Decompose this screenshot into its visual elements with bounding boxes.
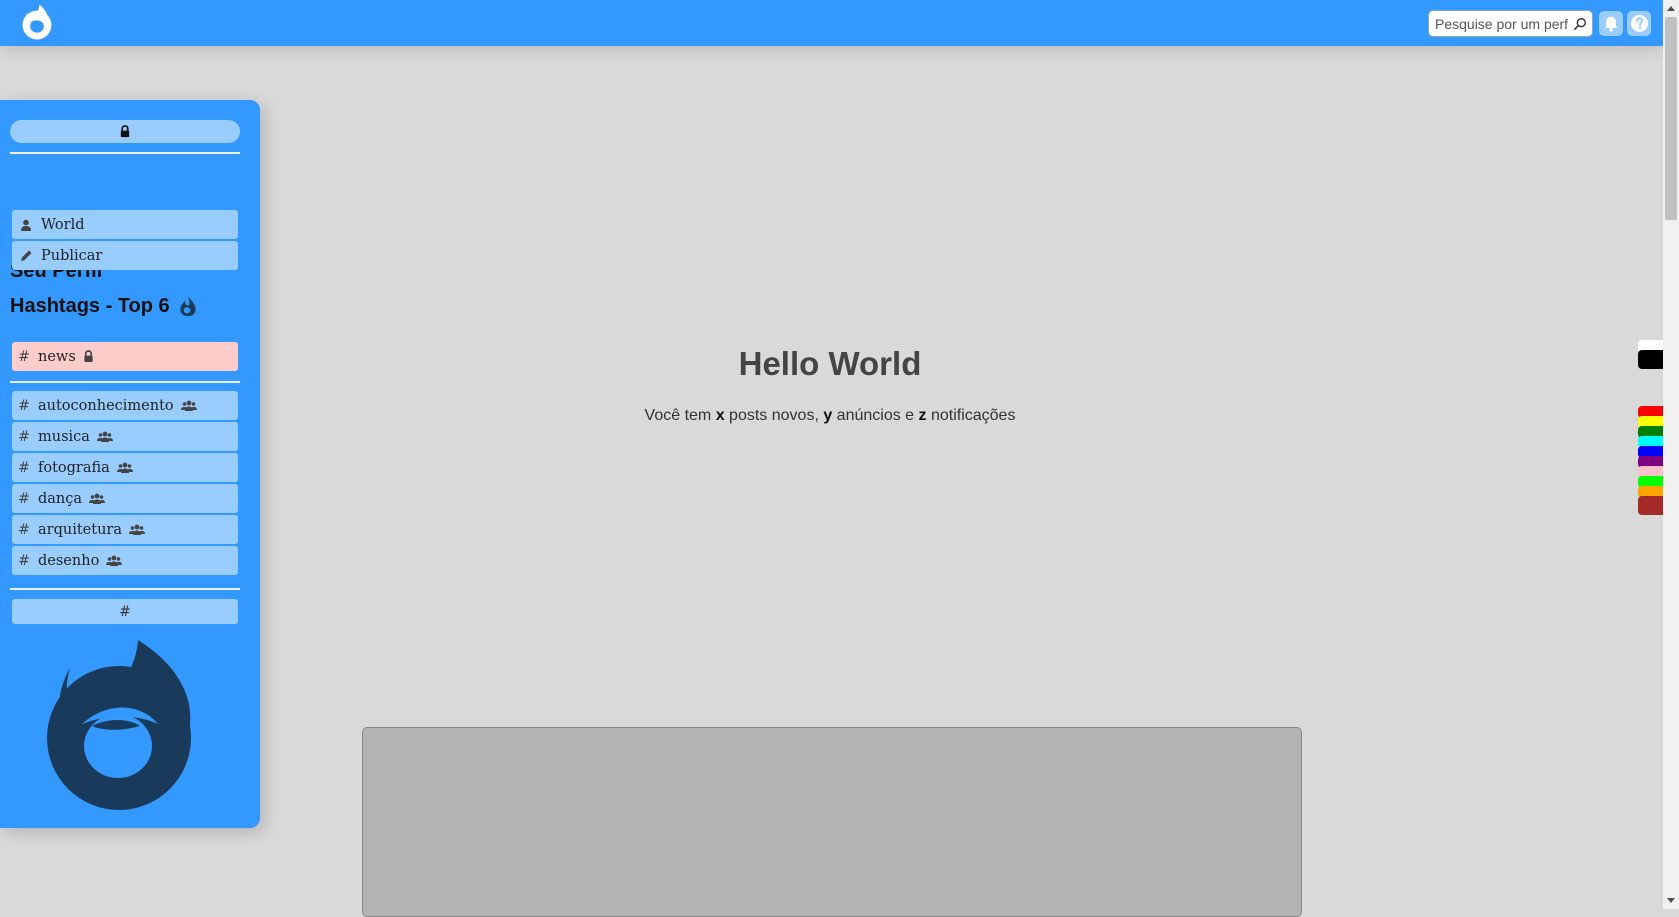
users-icon — [180, 400, 197, 411]
summary-posts-text: posts novos, — [724, 407, 824, 424]
content-panel — [362, 727, 1302, 917]
hash-icon: # — [18, 552, 30, 569]
pencil-icon — [19, 249, 33, 263]
hash-icon: # — [18, 521, 30, 538]
notifications-button[interactable] — [1599, 11, 1623, 36]
color-swatch[interactable] — [1638, 496, 1663, 515]
summary-prefix: Você tem — [644, 407, 716, 424]
users-icon — [106, 555, 123, 566]
users-icon — [116, 462, 133, 473]
top-navbar — [0, 0, 1663, 46]
hashtag-item-news[interactable]: # news — [12, 342, 238, 371]
summary-ads-text: anúncios e — [832, 407, 919, 424]
help-button[interactable] — [1627, 11, 1651, 36]
notifications-count: z — [918, 407, 927, 424]
users-icon — [96, 431, 113, 442]
help-icon — [1630, 14, 1648, 33]
hashtag-label: autoconhecimento — [38, 397, 174, 414]
flame-logo-icon — [47, 640, 191, 810]
scroll-down-arrow-icon[interactable] — [1667, 898, 1675, 903]
profile-item-label: Publicar — [41, 247, 103, 264]
hash-icon: # — [18, 459, 30, 476]
hashtag-label: desenho — [38, 552, 100, 569]
hashtag-item[interactable]: # arquitetura — [12, 515, 238, 544]
search-icon[interactable] — [1573, 17, 1587, 31]
scroll-thumb[interactable] — [1665, 17, 1677, 220]
ads-count: y — [823, 407, 833, 424]
hashtag-label: dança — [38, 490, 83, 507]
hashtag-label: news — [38, 348, 76, 365]
posts-count: x — [715, 407, 725, 424]
profile-item-label: World — [41, 216, 85, 233]
hashtags-title-text: Hashtags - Top 6 — [10, 295, 170, 317]
summary-suffix: notificações — [926, 407, 1016, 424]
hashtag-item[interactable]: # autoconhecimento — [12, 391, 238, 420]
all-hashtags-button[interactable]: # — [12, 599, 238, 624]
hash-icon: # — [18, 397, 30, 414]
divider — [10, 381, 240, 383]
hashtag-label: arquitetura — [38, 521, 122, 538]
bell-icon — [1604, 16, 1618, 32]
hashtags-title: Hashtags - Top 6 — [10, 295, 197, 318]
hash-icon: # — [18, 490, 30, 507]
hash-icon: # — [18, 428, 30, 445]
users-icon — [128, 524, 145, 535]
profile-item-world[interactable]: World — [12, 210, 238, 239]
hashtag-label: fotografia — [38, 459, 110, 476]
users-icon — [89, 493, 106, 504]
hashtag-item[interactable]: # musica — [12, 422, 238, 451]
hashtag-item[interactable]: # fotografia — [12, 453, 238, 482]
search-box — [1428, 10, 1593, 37]
profile-item-publicar[interactable]: Publicar — [12, 241, 238, 270]
hashtag-item[interactable]: # desenho — [12, 546, 238, 575]
sidebar: Seu Perfil World Publicar Hashtags - Top… — [0, 100, 260, 828]
user-icon — [19, 218, 33, 232]
scrollbar[interactable] — [1663, 0, 1679, 909]
hashtag-label: musica — [38, 428, 90, 445]
search-input[interactable] — [1433, 14, 1571, 33]
scroll-up-arrow-icon[interactable] — [1667, 6, 1675, 11]
divider — [10, 588, 240, 590]
lock-toggle-button[interactable] — [10, 120, 240, 143]
divider — [10, 152, 240, 154]
hash-icon: # — [18, 348, 30, 365]
flame-logo-icon[interactable] — [18, 3, 56, 41]
lock-icon — [120, 125, 130, 138]
lock-icon — [83, 350, 94, 363]
color-swatch[interactable] — [1638, 350, 1663, 369]
page-title: Hello World — [738, 345, 922, 382]
summary-text: Você tem x posts novos, y anúncios e z n… — [530, 407, 1130, 425]
flame-icon — [180, 296, 196, 317]
hashtag-item[interactable]: # dança — [12, 484, 238, 513]
